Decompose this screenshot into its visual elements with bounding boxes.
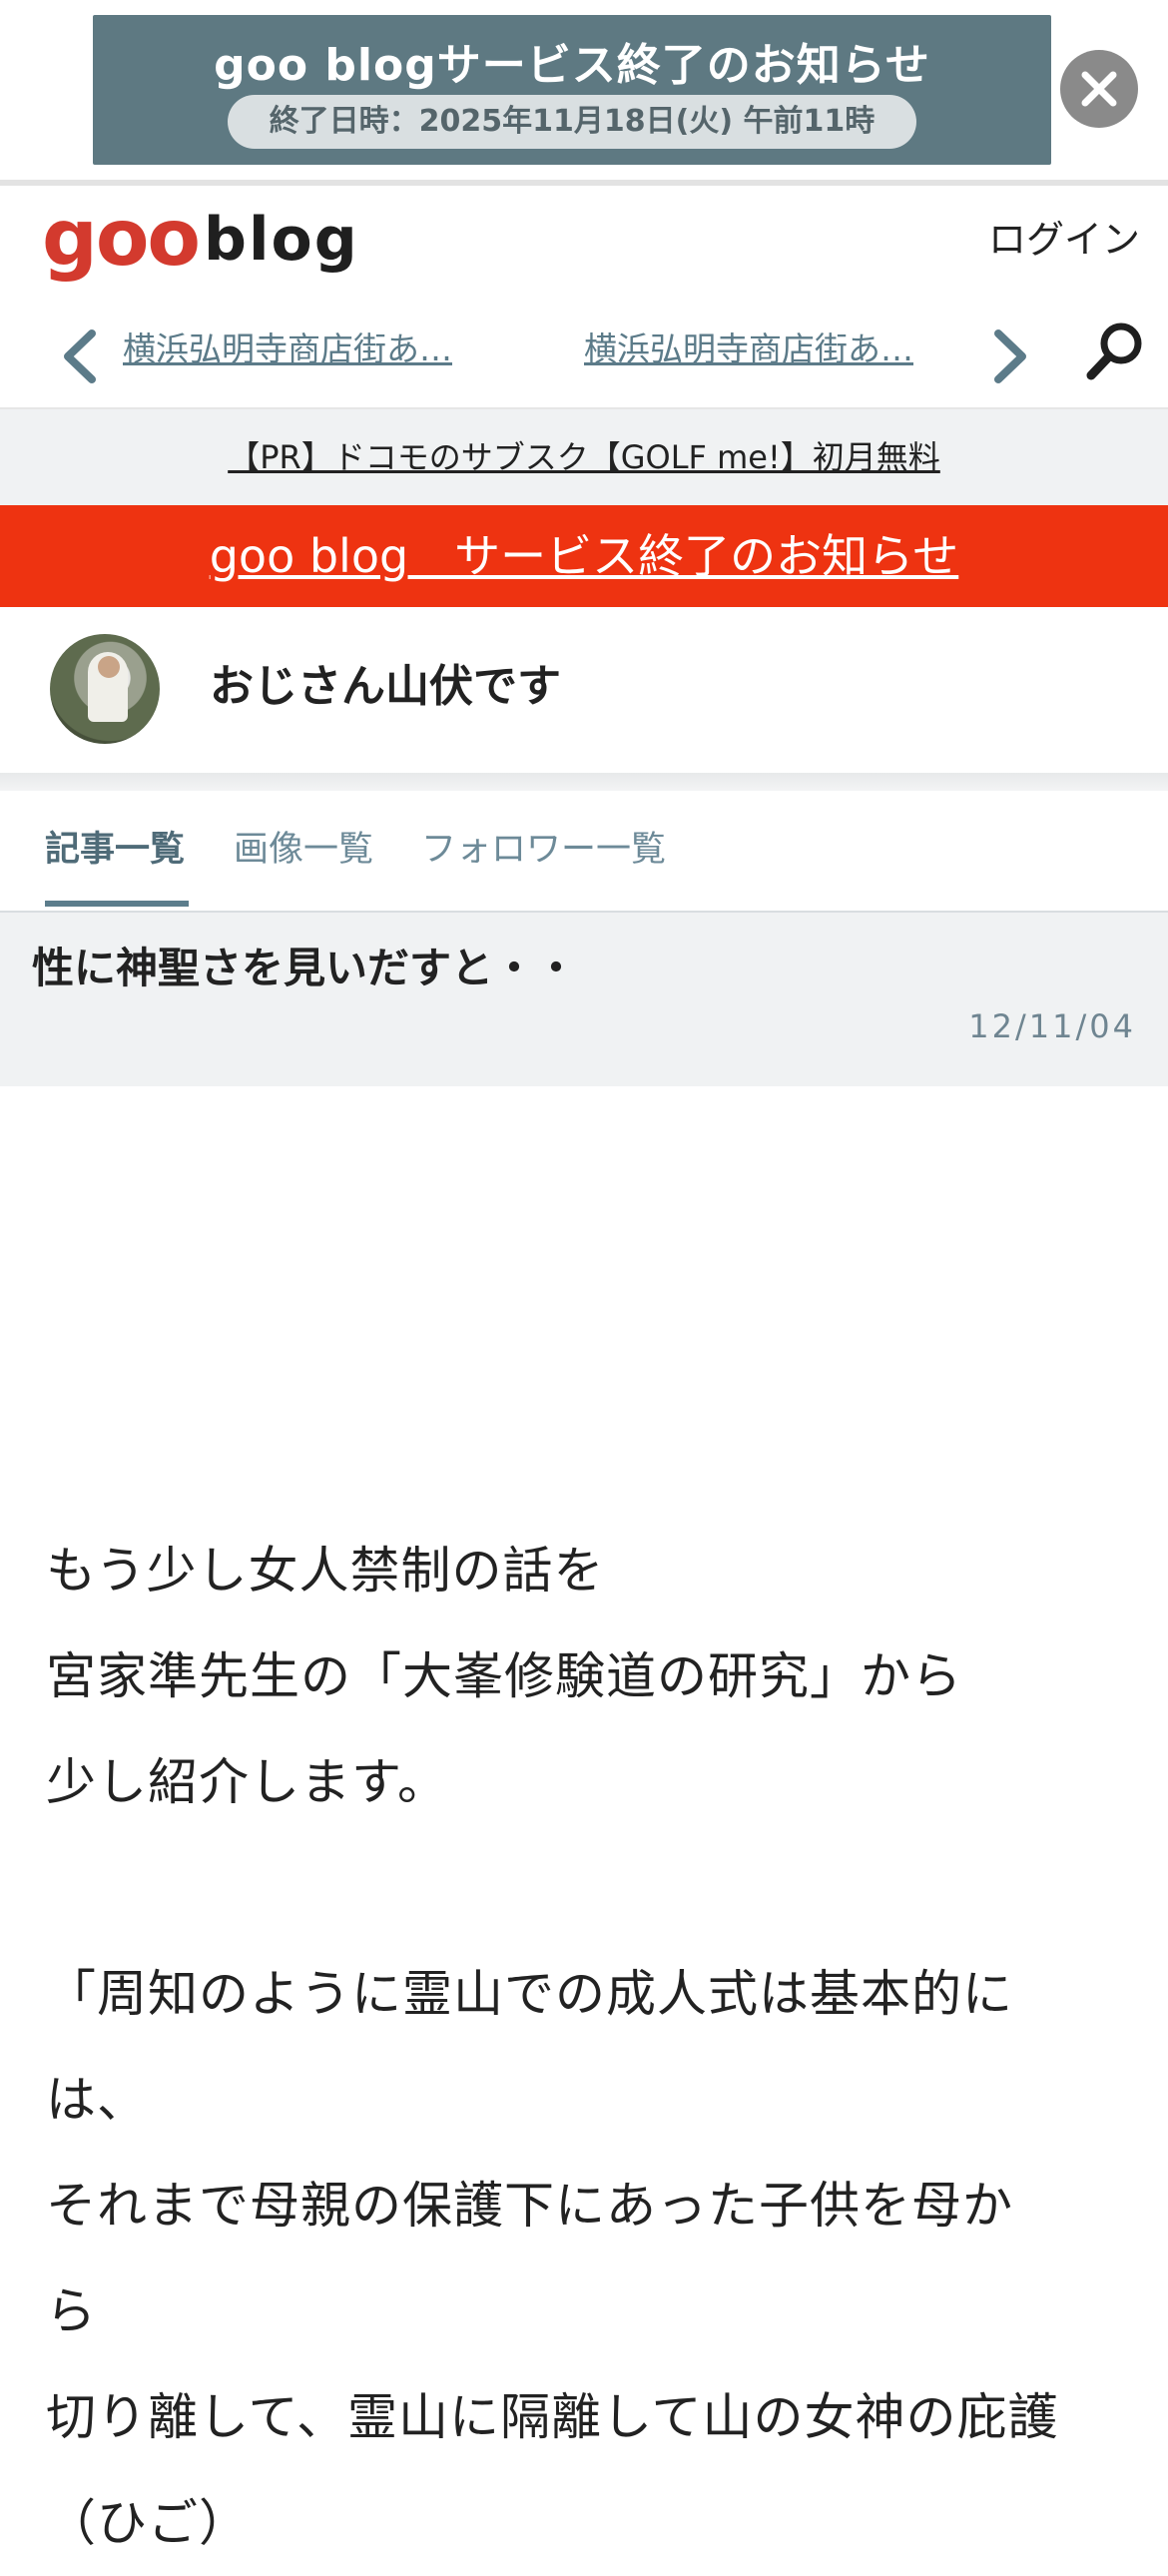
next-article-link[interactable]: 横浜弘明寺商店街あ… [584, 325, 913, 373]
article-line: 宮家準先生の「大峯修験道の研究」から [46, 1647, 962, 1705]
prev-article-link[interactable]: 横浜弘明寺商店街あ… [123, 325, 452, 373]
article-line: 少し紹介します。 [46, 1753, 448, 1811]
banner-date: 終了日時：2025年11月18日(火) 午前11時 [228, 95, 916, 149]
chevron-left-icon[interactable] [58, 327, 102, 385]
article-line: もう少し女人禁制の話を [46, 1542, 605, 1600]
chevron-right-icon[interactable] [988, 327, 1032, 385]
service-end-notice[interactable]: goo blog サービス終了のお知らせ [0, 505, 1168, 607]
article-line: それまで母親の保護下にあった子供を母か [46, 2177, 1013, 2235]
article-line: 「周知のように霊山での成人式は基本的に [46, 1965, 1013, 2023]
notice-text: goo blog サービス終了のお知らせ [209, 529, 959, 583]
article-line: （ひご） [46, 2494, 250, 2552]
article-line: 切り離して、霊山に隔離して山の女神の庇護 [46, 2388, 1059, 2446]
pr-ad-link[interactable]: 【PR】ドコモのサブスク【GOLF me!】初月無料 [0, 409, 1168, 505]
article-line [46, 1835, 1134, 1941]
active-tab-indicator [45, 901, 189, 907]
blog-profile[interactable]: おじさん山伏です [0, 607, 1168, 773]
article-line: ら [46, 2282, 97, 2340]
article-date: 12/11/04 [968, 1007, 1136, 1045]
banner-title: goo blogサービス終了のお知らせ [214, 40, 930, 91]
tab-images[interactable]: 画像一覧 [234, 827, 373, 873]
close-icon [1081, 71, 1117, 107]
tab-articles[interactable]: 記事一覧 [45, 827, 185, 873]
site-header: goo blog ログイン 横浜弘明寺商店街あ… 横浜弘明寺商店街あ… [0, 186, 1168, 409]
search-icon[interactable] [1083, 320, 1147, 383]
announcement-banner[interactable]: goo blogサービス終了のお知らせ 終了日時：2025年11月18日(火) … [93, 15, 1051, 165]
avatar-face [98, 656, 120, 678]
announcement-banner-area: goo blogサービス終了のお知らせ 終了日時：2025年11月18日(火) … [0, 0, 1168, 180]
avatar[interactable] [50, 634, 160, 744]
logo-blog: blog [204, 205, 359, 275]
article-line: は、 [46, 2071, 148, 2129]
tab-followers[interactable]: フォロワー一覧 [421, 827, 666, 873]
logo-goo: goo [42, 194, 201, 284]
blog-tabs: 記事一覧 画像一覧 フォロワー一覧 [0, 791, 1168, 913]
article-nav: 横浜弘明寺商店街あ… 横浜弘明寺商店街あ… [0, 308, 1168, 397]
article-body: もう少し女人禁制の話を 宮家準先生の「大峯修験道の研究」から 少し紹介します。 … [46, 1518, 1134, 2576]
pr-text: 【PR】ドコモのサブスク【GOLF me!】初月無料 [228, 438, 940, 476]
divider [0, 773, 1168, 791]
banner-close-button[interactable] [1060, 50, 1138, 128]
article-header: 性に神聖さを見いだすと・・ 12/11/04 [0, 913, 1168, 1086]
article-title: 性に神聖さを見いだすと・・ [32, 944, 578, 992]
blog-name[interactable]: おじさん山伏です [210, 657, 561, 717]
login-link[interactable]: ログイン [988, 216, 1140, 264]
